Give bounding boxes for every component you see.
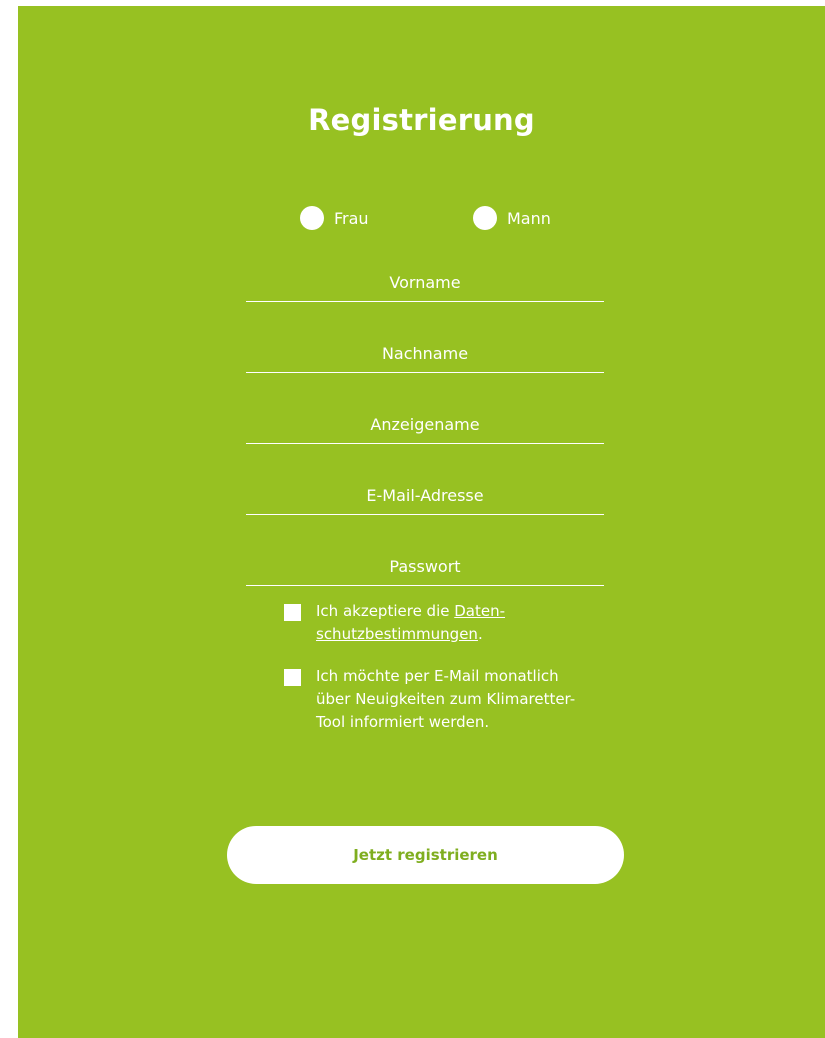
radio-circle-icon[interactable] [300,206,324,230]
newsletter-consent-row: Ich möchte per E-Mail monatlich über Neu… [284,665,584,734]
display-name-input[interactable] [246,395,604,443]
registration-panel: Registrierung Frau Mann Ich akzeptiere d… [18,6,825,1038]
first-name-field [246,253,604,302]
newsletter-checkbox[interactable] [284,669,301,686]
page-title: Registrierung [308,103,535,137]
email-input[interactable] [246,466,604,514]
gender-radio-mann[interactable]: Mann [473,206,551,230]
privacy-suffix: . [477,625,483,643]
last-name-input[interactable] [246,324,604,372]
privacy-prefix: Ich akzeptiere die [316,602,455,620]
privacy-consent-row: Ich akzeptiere die Daten-schutzbestimmun… [284,600,584,646]
password-input[interactable] [246,537,604,585]
gender-label-mann: Mann [507,208,551,228]
radio-circle-icon[interactable] [473,206,497,230]
first-name-input[interactable] [246,253,604,301]
register-button[interactable]: Jetzt registrieren [227,826,624,884]
password-field [246,537,604,586]
privacy-checkbox[interactable] [284,604,301,621]
email-field [246,466,604,515]
last-name-field [246,324,604,373]
display-name-field [246,395,604,444]
privacy-consent-text: Ich akzeptiere die Daten-schutzbestimmun… [316,600,584,646]
gender-label-frau: Frau [334,208,369,228]
newsletter-consent-text: Ich möchte per E-Mail monatlich über Neu… [316,667,576,731]
gender-radio-frau[interactable]: Frau [300,206,369,230]
